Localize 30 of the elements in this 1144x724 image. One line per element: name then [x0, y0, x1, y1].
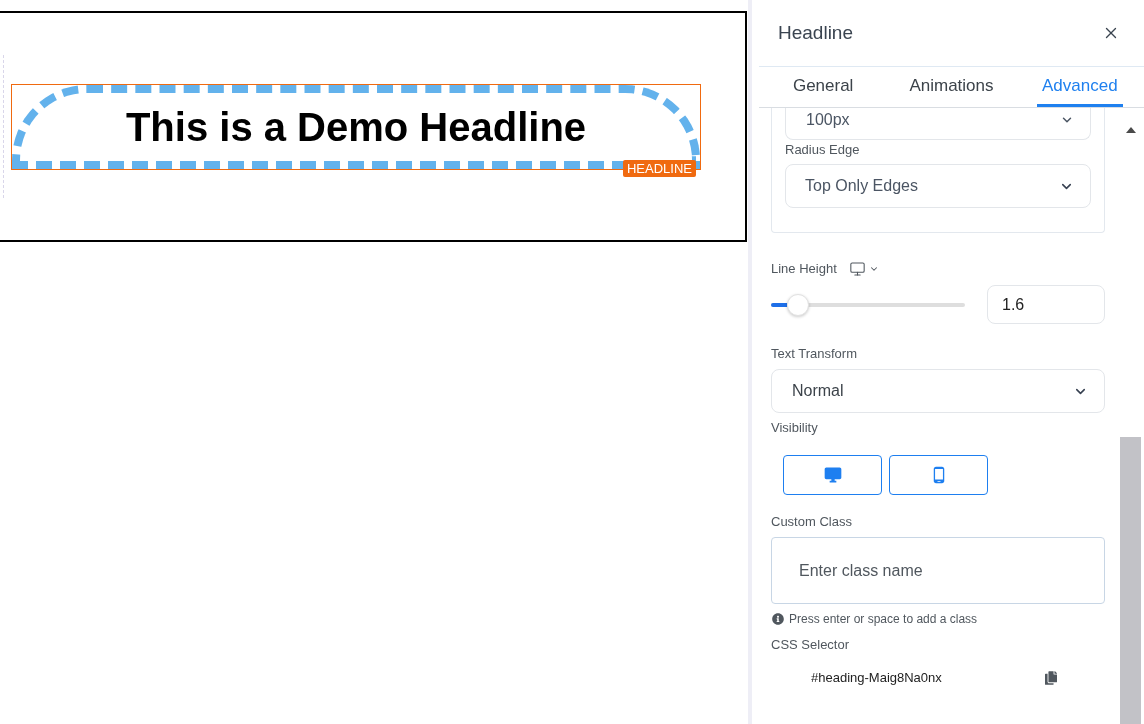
class-name-input[interactable]: Enter class name	[771, 537, 1105, 604]
element-tag: HEADLINE	[622, 160, 696, 177]
chevron-down-icon[interactable]	[868, 264, 879, 274]
desktop-visibility-button[interactable]	[783, 455, 882, 495]
scrollbar-thumb[interactable]	[1120, 437, 1141, 724]
css-selector-value: #heading-Maig8Na0nx	[811, 669, 942, 688]
headline-text: This is a Demo Headline	[125, 104, 587, 150]
size-select[interactable]: 100px	[785, 108, 1091, 140]
slider-thumb[interactable]	[786, 293, 809, 316]
custom-class-label: Custom Class	[771, 513, 852, 531]
panel-tab[interactable]: Animations	[904, 67, 999, 107]
text-transform-select[interactable]: Normal	[771, 369, 1105, 413]
hint-text: Press enter or space to add a class	[789, 611, 978, 628]
monitor-icon[interactable]	[848, 261, 866, 277]
visibility-label: Visibility	[771, 419, 818, 437]
info-icon	[772, 613, 784, 625]
panel-title: Headline	[778, 20, 853, 45]
line-height-input[interactable]: 1.6	[987, 285, 1105, 324]
panel-tab[interactable]: Advanced	[1037, 67, 1123, 107]
radius-edge-select[interactable]: Top Only Edges	[785, 164, 1091, 208]
line-height-label: Line Height	[771, 261, 837, 277]
css-selector-label: CSS Selector	[771, 636, 850, 654]
radius-edge-label: Radius Edge	[785, 141, 860, 159]
scroll-up-icon[interactable]	[1126, 127, 1136, 133]
copy-button[interactable]	[1045, 671, 1057, 685]
copy-icon	[1045, 671, 1057, 685]
desktop-icon	[822, 465, 843, 485]
text-transform-label: Text Transform	[771, 345, 857, 363]
mobile-visibility-button[interactable]	[889, 455, 988, 495]
panel-tab[interactable]: General	[787, 67, 859, 107]
